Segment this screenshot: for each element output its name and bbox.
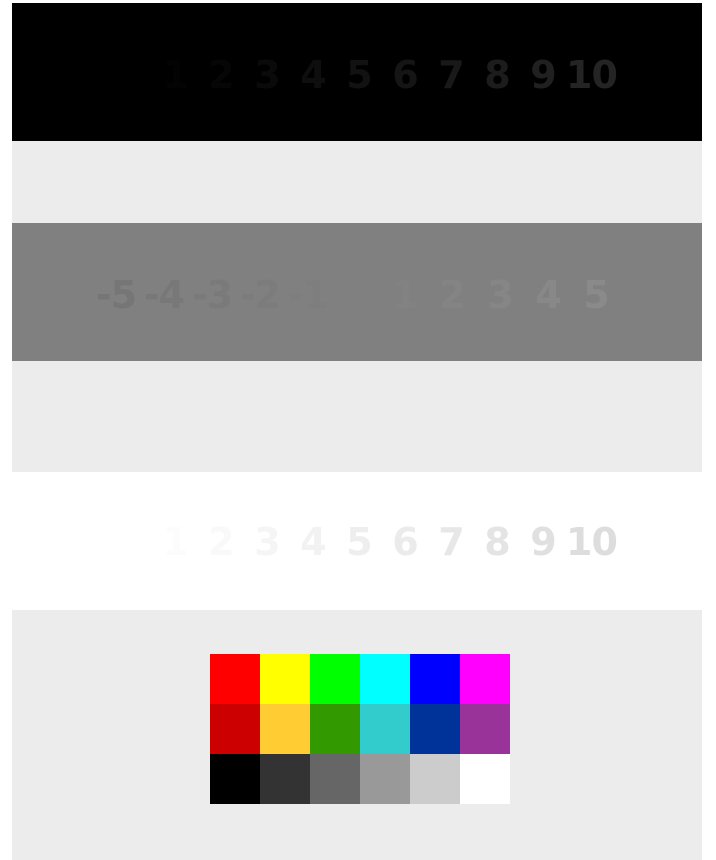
gray-level-steps: -5 -4 -3 -2 -1 0 1 2 3 4 5 [92, 273, 620, 317]
black-step: 7 [438, 53, 464, 97]
white-step: 5 [346, 520, 372, 564]
color-swatch [310, 754, 360, 804]
gray-step: 2 [439, 273, 465, 317]
white-step: 10 [566, 520, 618, 564]
black-step: 8 [484, 53, 510, 97]
color-swatch [210, 654, 260, 704]
color-swatch [360, 654, 410, 704]
color-swatch [410, 754, 460, 804]
white-step: 3 [254, 520, 280, 564]
color-swatch [410, 654, 460, 704]
black-step: 2 [208, 53, 234, 97]
mid-gray-band: -5 -4 -3 -2 -1 0 1 2 3 4 5 [12, 223, 702, 361]
color-swatch [260, 754, 310, 804]
black-step: 9 [530, 53, 556, 97]
black-step: 6 [392, 53, 418, 97]
gray-step: -5 [95, 273, 137, 317]
black-level-steps: 1 2 3 4 5 6 7 8 9 10 [152, 53, 618, 97]
color-swatch [310, 654, 360, 704]
white-step: 7 [438, 520, 464, 564]
color-swatch-grid [210, 654, 510, 804]
gray-step: 3 [487, 273, 513, 317]
color-swatch [460, 754, 510, 804]
color-swatch [210, 754, 260, 804]
gray-step: 0 [343, 273, 369, 317]
color-swatch [460, 704, 510, 754]
color-swatch [460, 654, 510, 704]
black-level-band: 1 2 3 4 5 6 7 8 9 10 [12, 3, 702, 141]
gray-step: 1 [391, 273, 417, 317]
color-swatch [310, 704, 360, 754]
white-step: 9 [530, 520, 556, 564]
black-step: 3 [254, 53, 280, 97]
color-swatch [360, 704, 410, 754]
color-swatch [260, 654, 310, 704]
black-step: 4 [300, 53, 326, 97]
color-swatch [360, 754, 410, 804]
white-step: 8 [484, 520, 510, 564]
white-level-steps: 1 2 3 4 5 6 7 8 9 10 [152, 520, 618, 564]
gray-step: -3 [191, 273, 233, 317]
black-step: 5 [346, 53, 372, 97]
white-step: 4 [300, 520, 326, 564]
black-step: 1 [162, 53, 188, 97]
gray-step: -1 [287, 273, 329, 317]
white-level-band: 1 2 3 4 5 6 7 8 9 10 [12, 472, 702, 610]
gray-step: 5 [583, 273, 609, 317]
gray-step: -2 [239, 273, 281, 317]
test-pattern-page: 1 2 3 4 5 6 7 8 9 10 -5 -4 -3 -2 -1 0 1 … [12, 3, 702, 860]
gray-step: -4 [143, 273, 185, 317]
gray-step: 4 [535, 273, 561, 317]
color-swatch [210, 704, 260, 754]
white-step: 6 [392, 520, 418, 564]
black-step: 10 [566, 53, 618, 97]
color-swatch [410, 704, 460, 754]
white-step: 2 [208, 520, 234, 564]
color-swatch [260, 704, 310, 754]
white-step: 1 [162, 520, 188, 564]
